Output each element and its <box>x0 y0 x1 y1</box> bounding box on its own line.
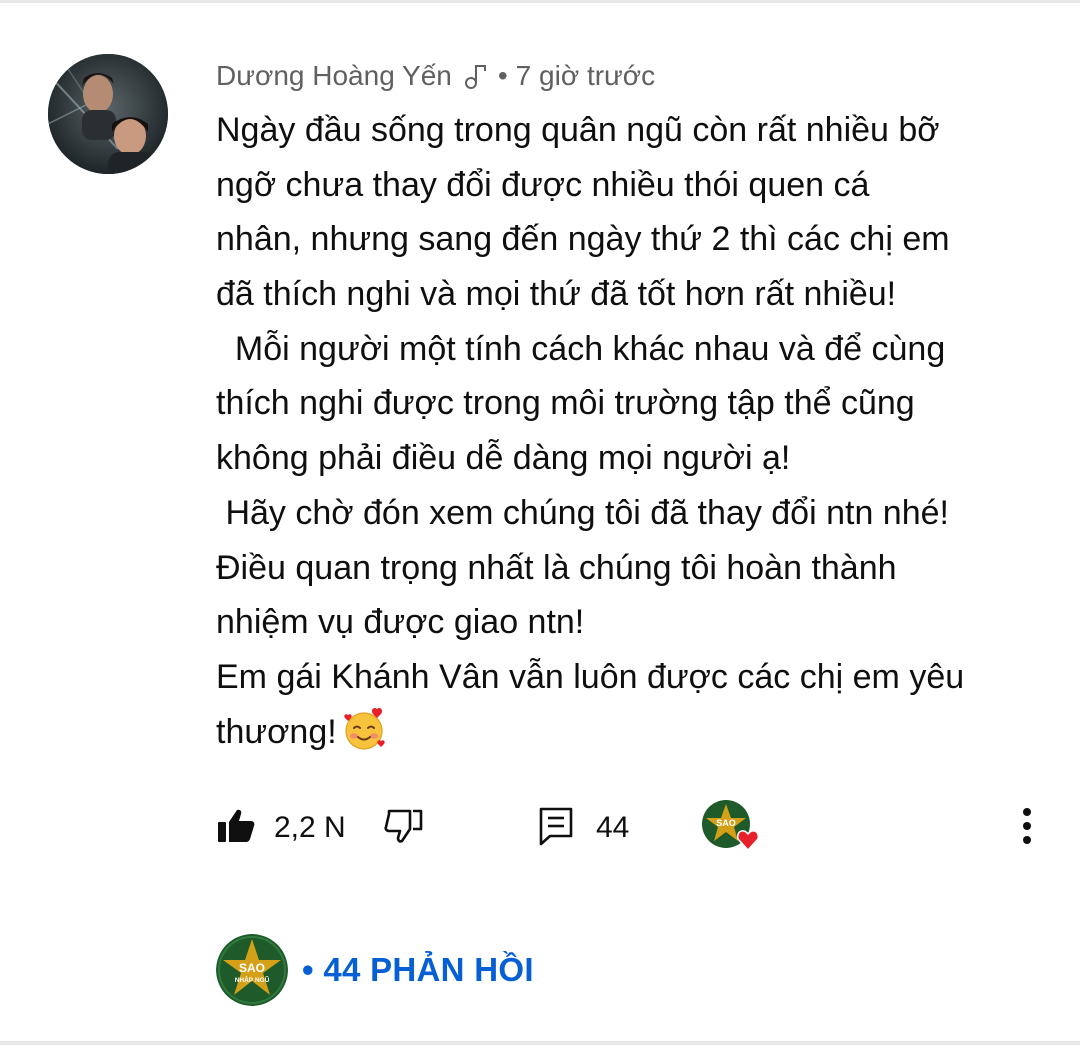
author-avatar[interactable] <box>48 54 168 174</box>
channel-logo-text: SAO <box>716 818 736 828</box>
bottom-divider <box>0 1041 1080 1045</box>
comment-text: Ngày đầu sống trong quân ngũ còn rất nhi… <box>216 103 1056 759</box>
comment-line: đã thích nghi và mọi thứ đã tốt hơn rất … <box>216 275 897 314</box>
reply-button[interactable]: 44 <box>538 800 629 856</box>
reply-count: 44 <box>596 811 630 844</box>
thumbs-down-icon <box>384 808 424 849</box>
reply-comment-icon <box>538 806 574 851</box>
music-note-icon <box>464 63 488 89</box>
replies-link[interactable]: • 44 PHẢN HỒI <box>302 951 534 989</box>
channel-logo-bottom: NHẬP NGŨ <box>235 975 270 984</box>
comment-line: Điều quan trọng nhất là chúng tôi hoàn t… <box>216 548 897 587</box>
view-replies[interactable]: SAO NHẬP NGŨ • 44 PHẢN HỒI <box>216 934 534 1006</box>
like-button[interactable]: 2,2 N <box>216 800 346 856</box>
like-count: 2,2 N <box>274 811 346 844</box>
comment-line: nhiệm vụ được giao ntn! <box>216 603 585 642</box>
comment-header: Dương Hoàng Yến • 7 giờ trước <box>216 56 655 96</box>
thumbs-up-icon <box>216 808 256 849</box>
channel-logo-top: SAO <box>239 961 265 975</box>
top-divider <box>0 0 1080 3</box>
channel-avatar: SAO NHẬP NGŨ <box>216 934 288 1006</box>
comment-line: ngỡ chưa thay đổi được nhiều thói quen c… <box>216 165 870 204</box>
comment-last-line: thương! <box>216 705 1056 760</box>
comment-line: không phải điều dễ dàng mọi người ạ! <box>216 439 791 478</box>
dislike-button[interactable] <box>384 800 424 856</box>
comment-actions: 2,2 N 44 SAO <box>216 800 1056 856</box>
comment-timestamp[interactable]: 7 giờ trước <box>516 60 656 92</box>
more-vertical-icon <box>1022 807 1032 850</box>
comment-line: Em gái Khánh Vân vẫn luôn được các chị e… <box>216 657 965 696</box>
comment-line: Ngày đầu sống trong quân ngũ còn rất nhi… <box>216 111 940 149</box>
more-options-button[interactable] <box>1012 800 1042 856</box>
author-name[interactable]: Dương Hoàng Yến <box>216 60 452 92</box>
creator-heart-badge: SAO <box>702 798 764 858</box>
header-separator: • <box>497 60 508 91</box>
smiling-face-with-hearts-emoji <box>343 707 387 768</box>
comment-line: Hãy chờ đón xem chúng tôi đã thay đổi nt… <box>216 493 949 532</box>
comment-line: nhân, nhưng sang đến ngày thứ 2 thì các … <box>216 220 950 259</box>
comment-line: thương! <box>216 712 337 751</box>
comment-line: thích nghi được trong môi trường tập thể… <box>216 384 915 423</box>
creator-heart-icon <box>736 830 760 852</box>
comment-line: Mỗi người một tính cách khác nhau và để … <box>216 329 946 368</box>
